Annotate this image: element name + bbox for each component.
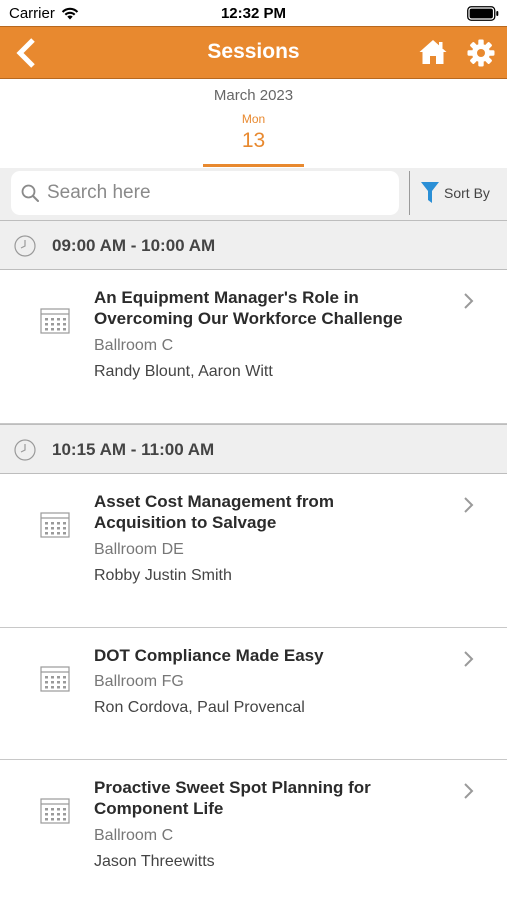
session-item[interactable]: DOT Compliance Made Easy Ballroom FG Ron… xyxy=(0,628,507,760)
session-speakers: Jason Threewitts xyxy=(94,853,215,870)
session-list[interactable]: 09:00 AM - 10:00 AM An Equipment Manager… xyxy=(0,220,507,900)
search-box[interactable] xyxy=(11,171,399,215)
settings-button[interactable] xyxy=(466,38,496,68)
session-title: An Equipment Manager's Role in Overcomin… xyxy=(94,287,454,329)
time-slot-header: 10:15 AM - 11:00 AM xyxy=(0,424,507,474)
day-name: Mon xyxy=(241,112,266,126)
calendar-icon xyxy=(40,308,70,334)
session-title-line: Overcoming Our Workforce Challenge xyxy=(94,309,403,328)
chevron-right-icon xyxy=(464,651,474,667)
session-title-line: Proactive Sweet Spot Planning for xyxy=(94,778,371,797)
session-title: Asset Cost Management from Acquisition t… xyxy=(94,491,454,533)
session-speakers: Randy Blount, Aaron Witt xyxy=(94,363,273,380)
home-icon xyxy=(419,40,447,64)
chevron-right-icon xyxy=(464,783,474,799)
session-room: Ballroom DE xyxy=(94,541,184,558)
chevron-right-icon xyxy=(464,293,474,309)
status-time: 12:32 PM xyxy=(220,5,287,22)
search-input[interactable] xyxy=(47,171,387,215)
session-title-line: An Equipment Manager's Role in xyxy=(94,288,359,307)
home-button[interactable] xyxy=(418,38,448,66)
day-number: 13 xyxy=(241,129,266,152)
calendar-icon xyxy=(40,512,70,538)
session-title: DOT Compliance Made Easy xyxy=(94,645,454,666)
battery-icon xyxy=(467,6,499,21)
filter-icon xyxy=(421,182,439,203)
session-item[interactable]: An Equipment Manager's Role in Overcomin… xyxy=(0,270,507,424)
day-tab-selected[interactable]: Mon 13 xyxy=(203,109,304,167)
session-item[interactable]: Proactive Sweet Spot Planning for Compon… xyxy=(0,760,507,900)
clock-icon xyxy=(14,235,36,257)
session-title-line: DOT Compliance Made Easy xyxy=(94,646,324,665)
session-room: Ballroom C xyxy=(94,337,174,354)
session-title-line: Asset Cost Management from xyxy=(94,492,334,511)
session-room: Ballroom C xyxy=(94,827,174,844)
sort-by-button[interactable]: Sort By xyxy=(420,178,490,208)
session-speakers: Ron Cordova, Paul Provencal xyxy=(94,699,305,716)
date-selector: March 2023 Mon 13 xyxy=(0,79,507,169)
status-bar: Carrier 12:32 PM xyxy=(0,0,507,26)
search-icon xyxy=(21,184,39,202)
month-label: March 2023 xyxy=(213,87,294,104)
time-slot-header: 09:00 AM - 10:00 AM xyxy=(0,220,507,270)
sort-by-label: Sort By xyxy=(444,185,490,201)
calendar-icon xyxy=(40,798,70,824)
navigation-bar: Sessions xyxy=(0,26,507,79)
session-title-line: Component Life xyxy=(94,799,224,818)
session-title-line: Acquisition to Salvage xyxy=(94,513,277,532)
session-title: Proactive Sweet Spot Planning for Compon… xyxy=(94,777,454,819)
session-room: Ballroom FG xyxy=(94,673,184,690)
search-bar: Sort By xyxy=(0,168,507,220)
gear-icon xyxy=(467,39,495,67)
clock-icon xyxy=(14,439,36,461)
selected-day-indicator xyxy=(203,164,304,167)
time-slot-label: 09:00 AM - 10:00 AM xyxy=(52,236,216,255)
calendar-icon xyxy=(40,666,70,692)
session-speakers: Robby Justin Smith xyxy=(94,567,232,584)
sort-divider xyxy=(409,171,410,215)
chevron-right-icon xyxy=(464,497,474,513)
time-slot-label: 10:15 AM - 11:00 AM xyxy=(52,440,215,459)
session-item[interactable]: Asset Cost Management from Acquisition t… xyxy=(0,474,507,628)
